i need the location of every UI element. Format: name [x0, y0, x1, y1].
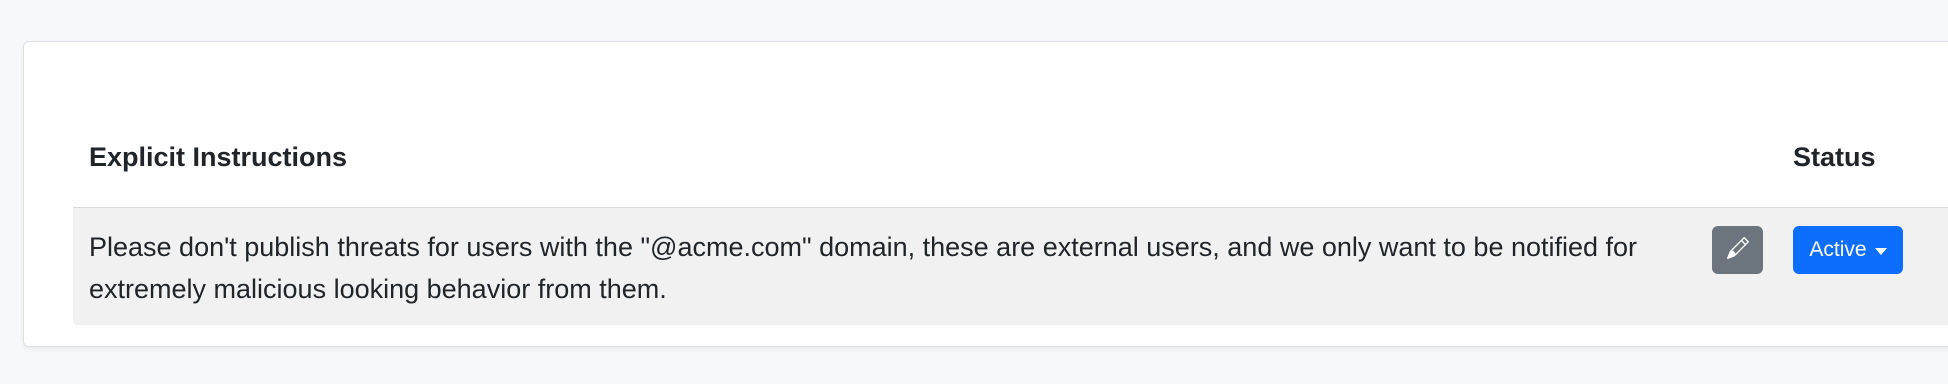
table-row: Please don't publish threats for users w…: [73, 208, 1948, 325]
instruction-text: Please don't publish threats for users w…: [89, 232, 1638, 304]
column-header-instructions: Explicit Instructions: [89, 142, 348, 172]
table-header: Explicit Instructions Status: [73, 107, 1948, 208]
pencil-icon: [1726, 236, 1749, 264]
instructions-table: Explicit Instructions Status Please don'…: [73, 107, 1948, 325]
caret-down-icon: [1874, 247, 1887, 255]
instructions-card: Explicit Instructions Status Please don'…: [23, 41, 1948, 347]
edit-button[interactable]: [1712, 226, 1763, 274]
status-label: Active: [1809, 238, 1867, 261]
status-dropdown-button[interactable]: Active: [1793, 226, 1903, 274]
column-header-status: Status: [1793, 142, 1876, 172]
